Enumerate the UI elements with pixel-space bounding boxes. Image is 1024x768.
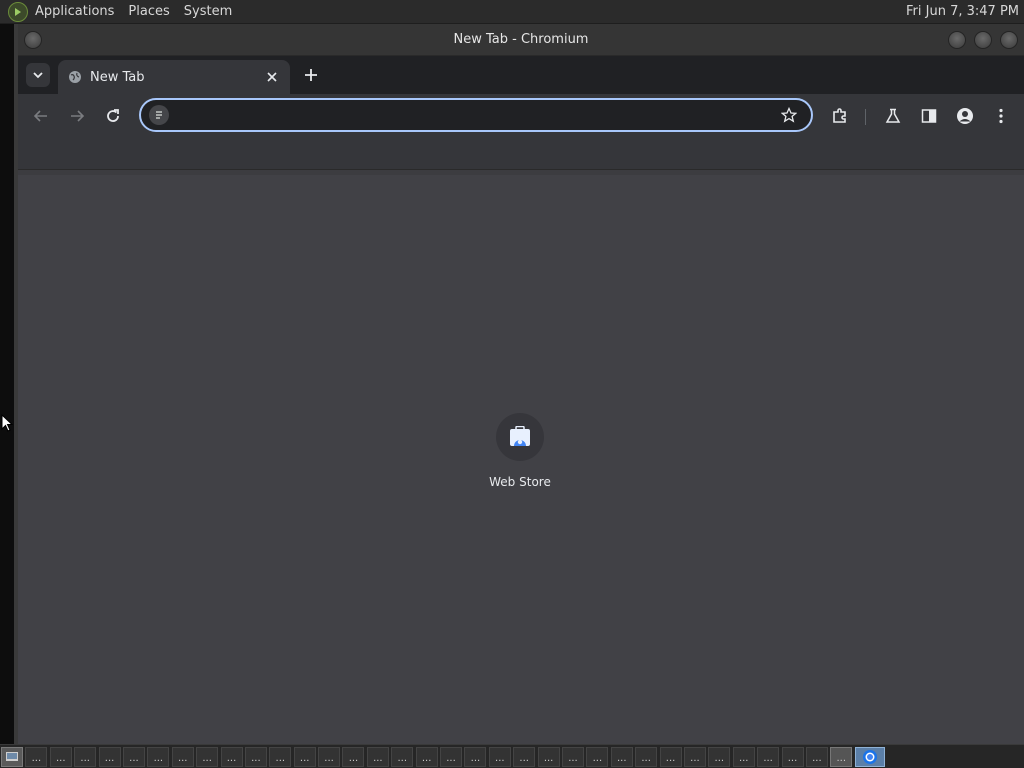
taskbar-item[interactable]: ... <box>342 746 365 767</box>
address-bar[interactable] <box>139 98 813 132</box>
desktop-icon <box>6 751 18 761</box>
address-input[interactable] <box>169 100 777 130</box>
applications-menu[interactable]: Applications <box>28 0 121 24</box>
close-tab-icon[interactable] <box>264 69 280 85</box>
bookmarks-bar <box>18 138 1024 170</box>
toolbar-separator <box>865 109 866 125</box>
taskbar-item[interactable]: ... <box>708 746 731 767</box>
taskbar-item[interactable]: ... <box>610 746 633 767</box>
shortcut-web-store[interactable]: Web Store <box>480 413 560 489</box>
system-menu[interactable]: System <box>177 0 239 24</box>
forward-button[interactable] <box>65 104 89 128</box>
tab-new-tab[interactable]: New Tab <box>58 60 290 94</box>
browser-toolbar <box>18 94 1024 138</box>
tab-title: New Tab <box>90 69 145 85</box>
labs-button[interactable] <box>881 104 905 128</box>
taskbar-item[interactable]: ... <box>513 746 536 767</box>
tab-search-button[interactable] <box>26 63 50 87</box>
taskbar-item[interactable]: ... <box>659 746 682 767</box>
taskbar-item[interactable]: ... <box>537 746 560 767</box>
taskbar-item[interactable]: ... <box>561 746 584 767</box>
profile-button[interactable] <box>953 104 977 128</box>
taskbar-item[interactable]: ... <box>196 746 219 767</box>
places-menu[interactable]: Places <box>121 0 176 24</box>
minimize-button[interactable] <box>948 31 966 49</box>
task-list: ........................................… <box>23 746 853 767</box>
taskbar-item[interactable]: ... <box>440 746 463 767</box>
browser-window: New Tab - Chromium New Tab Web Store <box>18 24 1024 744</box>
taskbar-item[interactable]: ... <box>147 746 170 767</box>
maximize-button[interactable] <box>974 31 992 49</box>
show-desktop-button[interactable] <box>1 746 23 767</box>
taskbar-item[interactable]: ... <box>464 746 487 767</box>
distro-logo-icon[interactable] <box>8 1 28 22</box>
taskbar-item[interactable]: ... <box>171 746 194 767</box>
window-title: New Tab - Chromium <box>453 32 589 47</box>
taskbar-chromium[interactable] <box>855 746 886 767</box>
site-info-icon[interactable] <box>149 105 169 125</box>
new-tab-button[interactable] <box>301 65 321 85</box>
taskbar: ........................................… <box>0 744 1024 768</box>
side-panel-icon <box>921 109 937 123</box>
taskbar-item[interactable]: ... <box>244 746 267 767</box>
taskbar-item[interactable]: ... <box>49 746 72 767</box>
flask-icon <box>885 108 901 123</box>
web-store-icon <box>496 413 544 461</box>
side-panel-button[interactable] <box>917 104 941 128</box>
new-tab-page: Web Store <box>18 175 1024 744</box>
taskbar-item[interactable]: ... <box>830 746 853 767</box>
browser-menu-button[interactable] <box>989 104 1013 128</box>
taskbar-item[interactable]: ... <box>122 746 145 767</box>
taskbar-item[interactable]: ... <box>415 746 438 767</box>
taskbar-item[interactable]: ... <box>635 746 658 767</box>
shortcut-label: Web Store <box>489 475 551 489</box>
reload-button[interactable] <box>101 104 125 128</box>
taskbar-item[interactable]: ... <box>293 746 316 767</box>
tab-strip: New Tab <box>18 56 1024 94</box>
taskbar-item[interactable]: ... <box>805 746 828 767</box>
extensions-button[interactable] <box>828 104 852 128</box>
taskbar-item[interactable]: ... <box>318 746 341 767</box>
taskbar-item[interactable]: ... <box>366 746 389 767</box>
more-vert-icon <box>999 108 1003 124</box>
chromium-icon <box>863 749 878 764</box>
taskbar-item[interactable]: ... <box>781 746 804 767</box>
back-button[interactable] <box>29 104 53 128</box>
window-titlebar[interactable]: New Tab - Chromium <box>18 24 1024 56</box>
taskbar-item[interactable]: ... <box>757 746 780 767</box>
arrow-forward-icon <box>71 110 85 122</box>
window-menu-button[interactable] <box>24 31 42 49</box>
taskbar-item[interactable]: ... <box>74 746 97 767</box>
mouse-pointer-icon <box>1 414 13 432</box>
reload-icon <box>107 109 119 122</box>
puzzle-icon <box>833 108 846 123</box>
taskbar-item[interactable]: ... <box>269 746 292 767</box>
clock[interactable]: Fri Jun 7, 3:47 PM <box>906 4 1024 19</box>
plus-icon <box>305 69 317 81</box>
globe-icon <box>69 71 81 83</box>
taskbar-item[interactable]: ... <box>732 746 755 767</box>
taskbar-item[interactable]: ... <box>586 746 609 767</box>
taskbar-item[interactable]: ... <box>683 746 706 767</box>
bookmark-star-icon[interactable] <box>777 103 801 127</box>
avatar-icon <box>957 108 973 124</box>
taskbar-item[interactable]: ... <box>25 746 48 767</box>
top-panel: Applications Places System Fri Jun 7, 3:… <box>0 0 1024 24</box>
taskbar-item[interactable]: ... <box>98 746 121 767</box>
desktop-edge <box>0 24 18 744</box>
arrow-back-icon <box>33 110 47 122</box>
taskbar-item[interactable]: ... <box>391 746 414 767</box>
close-window-button[interactable] <box>1000 31 1018 49</box>
chevron-down-icon <box>33 72 43 79</box>
taskbar-item[interactable]: ... <box>488 746 511 767</box>
taskbar-item[interactable]: ... <box>220 746 243 767</box>
